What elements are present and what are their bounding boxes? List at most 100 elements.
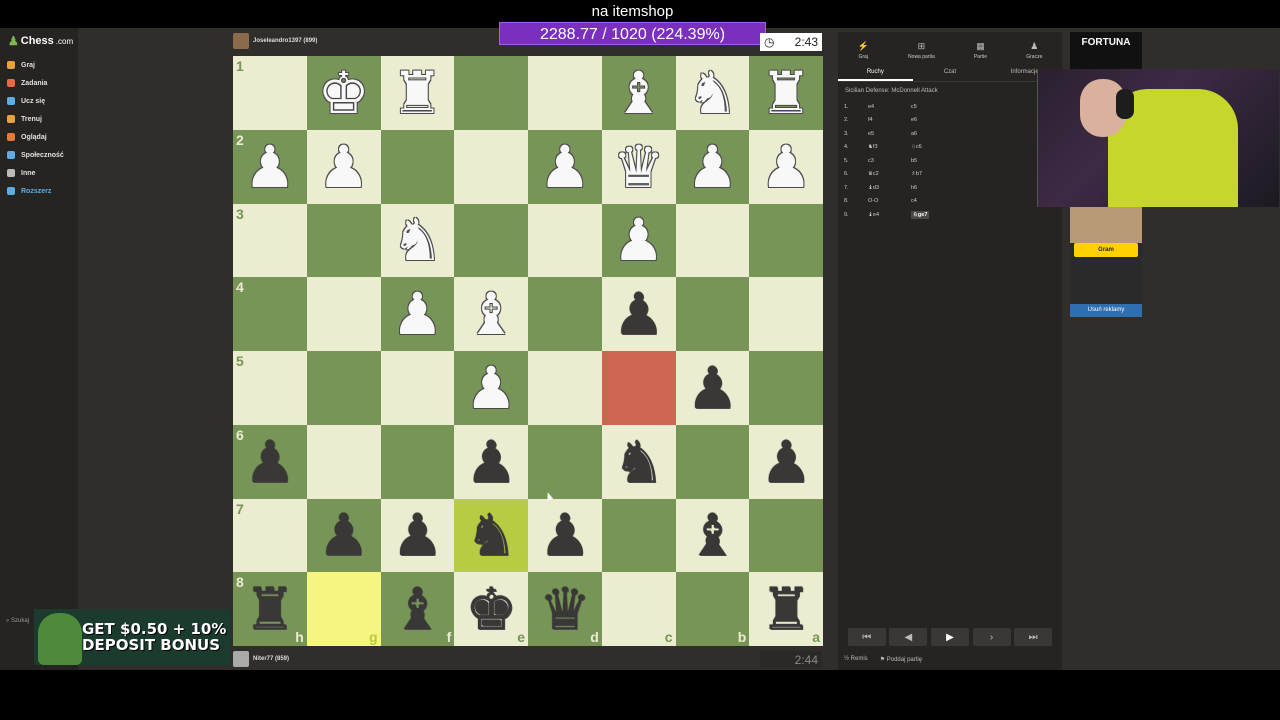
board-square[interactable] [528, 56, 602, 130]
board-square[interactable]: b [675, 572, 750, 646]
black-pawn-icon[interactable]: ♟ [318, 506, 370, 564]
board-square[interactable] [306, 424, 381, 499]
panel-tab-1[interactable]: ⊞ Nowa partia [908, 41, 935, 60]
opponent-info[interactable]: Joseleandro1397 (899) [233, 33, 317, 49]
white-bishop-icon[interactable]: ♝ [465, 285, 517, 343]
black-pawn-icon[interactable]: ♟ [760, 433, 812, 491]
board-square[interactable] [380, 351, 455, 425]
board-square[interactable] [306, 351, 381, 425]
white-move[interactable]: ♝e4 [868, 212, 911, 218]
board-square[interactable]: ♜ [749, 56, 823, 130]
board-square[interactable]: 4 [233, 277, 307, 351]
board-square[interactable]: ♟ [380, 498, 455, 573]
white-pawn-icon[interactable]: ♟ [244, 138, 296, 196]
player-info[interactable]: Niter77 (859) [233, 651, 289, 667]
board-square[interactable] [306, 203, 381, 278]
board-square[interactable]: g [306, 572, 381, 646]
board-square[interactable]: ♞ [601, 424, 676, 499]
white-knight-icon[interactable]: ♞ [391, 211, 443, 269]
white-move[interactable]: e5 [868, 131, 911, 137]
black-bishop-icon[interactable]: ♝ [686, 506, 738, 564]
board-square[interactable] [675, 277, 750, 351]
black-move[interactable]: ♘ge7 [911, 210, 951, 219]
chess-board[interactable]: 1 ♚ ♜ ♝ ♞ ♜ 2 ♟ ♟ ♟ ♛ ♟ ♟ 3 ♞ ♟ 4 ♟ ♝ ♟ 5 ♟ ♟ 6 ♟ ♟ ♞ ♟ 7 ♟ ♟ ♞ ♟ ♝ 8 h ♜ g f ♝… [233, 56, 823, 646]
white-pawn-icon[interactable]: ♟ [391, 285, 443, 343]
black-rook-icon[interactable]: ♜ [760, 580, 812, 638]
board-square[interactable] [601, 498, 676, 573]
board-square[interactable] [306, 277, 381, 351]
board-square[interactable]: 6 ♟ [233, 424, 307, 499]
board-square[interactable]: ♚ [306, 56, 381, 130]
board-square[interactable]: ♞ [454, 498, 528, 573]
board-square[interactable]: ♟ [749, 129, 823, 204]
board-square[interactable]: ♟ [454, 424, 528, 499]
board-square[interactable]: e ♚ [454, 572, 528, 646]
black-pawn-icon[interactable]: ♟ [391, 506, 443, 564]
white-move[interactable]: e4 [868, 104, 911, 110]
board-square[interactable]: ♝ [675, 498, 750, 573]
board-square[interactable] [454, 56, 528, 130]
black-move[interactable]: h6 [911, 185, 951, 191]
sidebar-item-3[interactable]: Trenuj [7, 110, 64, 128]
sidebar-item-1[interactable]: Zadania [7, 74, 64, 92]
white-move[interactable]: ♛c2 [868, 171, 911, 177]
draw-button[interactable]: ½ Remis [844, 656, 868, 663]
black-pawn-icon[interactable]: ♟ [244, 433, 296, 491]
board-square[interactable] [749, 277, 823, 351]
white-pawn-icon[interactable]: ♟ [539, 138, 591, 196]
next-disabled-button[interactable]: › [972, 628, 1011, 646]
board-square[interactable]: ♟ [528, 129, 602, 204]
black-bishop-icon[interactable]: ♝ [391, 580, 443, 638]
black-pawn-icon[interactable]: ♟ [539, 506, 591, 564]
white-move[interactable]: c3 [868, 158, 911, 164]
white-move[interactable]: f4 [868, 117, 911, 123]
white-king-icon[interactable]: ♚ [318, 64, 370, 122]
sidebar-search[interactable]: ⌕ Szukaj [6, 618, 29, 625]
board-square[interactable]: ♞ [675, 56, 750, 130]
black-move[interactable]: c4 [911, 198, 951, 204]
next-move-button[interactable]: ▶ [930, 628, 969, 646]
black-knight-icon[interactable]: ♞ [465, 506, 517, 564]
board-square[interactable]: 5 [233, 351, 307, 425]
board-square[interactable]: ♟ [528, 498, 602, 573]
board-square[interactable]: ♟ [380, 277, 455, 351]
board-square[interactable]: 8 h ♜ [233, 572, 307, 646]
board-square[interactable]: d ♛ [528, 572, 602, 646]
board-square[interactable] [749, 498, 823, 573]
black-move[interactable]: ♘c6 [911, 144, 951, 150]
board-square[interactable]: a ♜ [749, 572, 823, 646]
white-move[interactable]: ♝d3 [868, 185, 911, 191]
sidebar-item-6[interactable]: Inne [7, 164, 64, 182]
board-square[interactable]: ♞ [380, 203, 455, 278]
black-rook-icon[interactable]: ♜ [244, 580, 296, 638]
black-pawn-icon[interactable]: ♟ [465, 433, 517, 491]
white-knight-icon[interactable]: ♞ [686, 64, 738, 122]
black-pawn-icon[interactable]: ♟ [686, 359, 738, 417]
remove-ads-button[interactable]: Usuń reklamy [1070, 304, 1142, 317]
board-square[interactable]: ♟ [306, 129, 381, 204]
board-square[interactable] [528, 351, 602, 425]
ad-banner[interactable]: Gram [1070, 207, 1142, 305]
sidebar-item-4[interactable]: Oglądaj [7, 128, 64, 146]
sidebar-item-7[interactable]: Rozszerz [7, 182, 64, 200]
board-square[interactable]: ♟ [601, 277, 676, 351]
board-square[interactable]: 2 ♟ [233, 129, 307, 204]
ad-play-button[interactable]: Gram [1074, 243, 1138, 257]
board-square[interactable]: ♝ [454, 277, 528, 351]
white-pawn-icon[interactable]: ♟ [760, 138, 812, 196]
white-pawn-icon[interactable]: ♟ [613, 211, 665, 269]
black-king-icon[interactable]: ♚ [465, 580, 517, 638]
panel-tab-2[interactable]: ▦ Partie [974, 41, 987, 60]
white-queen-icon[interactable]: ♛ [613, 138, 665, 196]
board-square[interactable]: ♟ [749, 424, 823, 499]
black-move[interactable]: ♗b7 [911, 171, 951, 177]
black-queen-icon[interactable]: ♛ [539, 580, 591, 638]
resign-button[interactable]: ⚑ Poddaj partię [880, 656, 922, 663]
black-move[interactable]: b5 [911, 158, 951, 164]
white-pawn-icon[interactable]: ♟ [465, 359, 517, 417]
black-pawn-icon[interactable]: ♟ [613, 285, 665, 343]
board-square[interactable]: 1 [233, 56, 307, 130]
board-square[interactable] [454, 203, 528, 278]
board-square[interactable]: ♟ [306, 498, 381, 573]
board-square[interactable] [749, 203, 823, 278]
